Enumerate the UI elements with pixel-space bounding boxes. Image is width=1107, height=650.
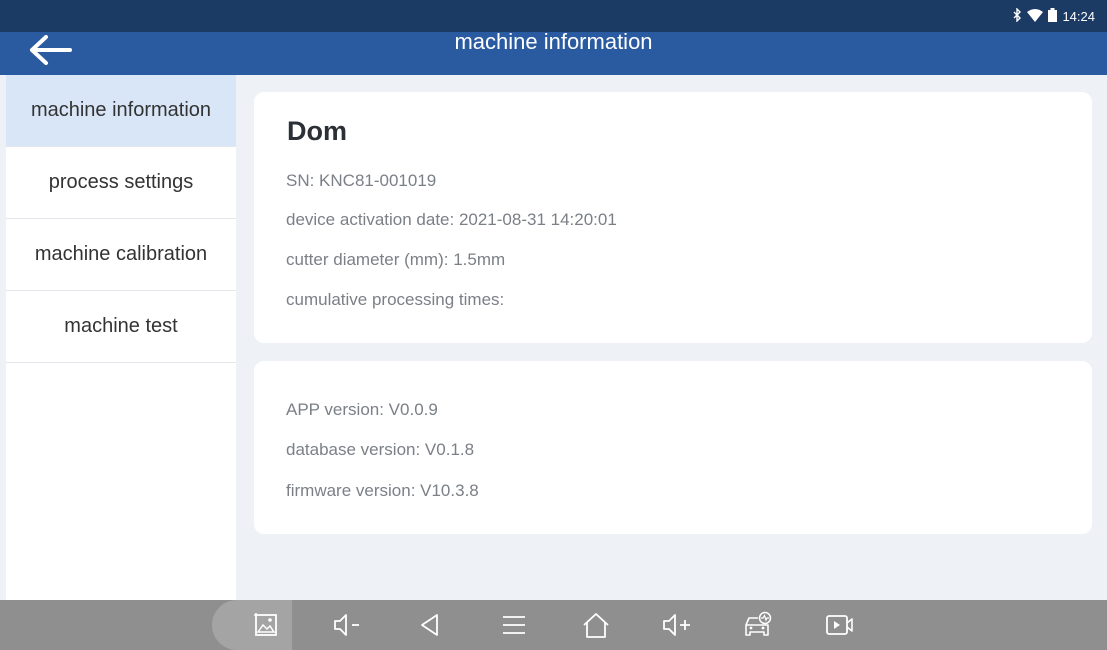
page-title: machine information <box>454 29 653 54</box>
version-info-card: APP version: V0.0.9 database version: V0… <box>254 361 1092 534</box>
sidebar-item-machine-information[interactable]: machine information <box>6 75 236 147</box>
status-bar: 14:24 <box>0 0 1107 32</box>
sidebar: machine information process settings mac… <box>6 75 236 600</box>
screen-record-icon <box>825 613 855 637</box>
car-diagnostic-icon <box>742 611 774 639</box>
app-header: machine information <box>0 29 1107 75</box>
menu-button[interactable] <box>494 608 534 642</box>
back-triangle-icon <box>417 612 443 638</box>
database-version: database version: V0.1.8 <box>286 440 475 459</box>
volume-up-button[interactable] <box>658 608 698 642</box>
volume-down-icon <box>332 612 364 638</box>
home-button[interactable] <box>576 608 616 642</box>
screenshot-icon <box>253 612 279 638</box>
battery-icon <box>1048 8 1058 25</box>
sidebar-item-process-settings[interactable]: process settings <box>6 147 236 219</box>
bluetooth-icon <box>1012 7 1022 25</box>
clock-time: 14:24 <box>1062 9 1095 24</box>
volume-down-button[interactable] <box>328 608 368 642</box>
cutter-diameter: cutter diameter (mm): 1.5mm <box>286 250 506 269</box>
firmware-version: firmware version: V10.3.8 <box>286 481 479 500</box>
menu-icon <box>501 612 527 638</box>
volume-up-icon <box>661 612 695 638</box>
home-icon <box>581 611 611 639</box>
back-nav-button[interactable] <box>410 608 450 642</box>
sidebar-item-machine-calibration[interactable]: machine calibration <box>6 219 236 291</box>
serial-number: SN: KNC81-001019 <box>286 171 437 190</box>
car-diagnostic-button[interactable] <box>738 608 778 642</box>
device-name: Dom <box>287 116 347 146</box>
activation-date: device activation date: 2021-08-31 14:20… <box>286 210 617 229</box>
machine-info-card: Dom SN: KNC81-001019 device activation d… <box>254 92 1092 343</box>
wifi-icon <box>1027 8 1044 25</box>
screen-record-button[interactable] <box>820 608 860 642</box>
system-nav-bar <box>0 600 1107 650</box>
screenshot-button[interactable] <box>246 608 286 642</box>
sidebar-item-machine-test[interactable]: machine test <box>6 291 236 363</box>
app-version: APP version: V0.0.9 <box>286 400 438 419</box>
processing-times: cumulative processing times: <box>286 290 505 309</box>
status-icons: 14:24 <box>1012 7 1095 25</box>
